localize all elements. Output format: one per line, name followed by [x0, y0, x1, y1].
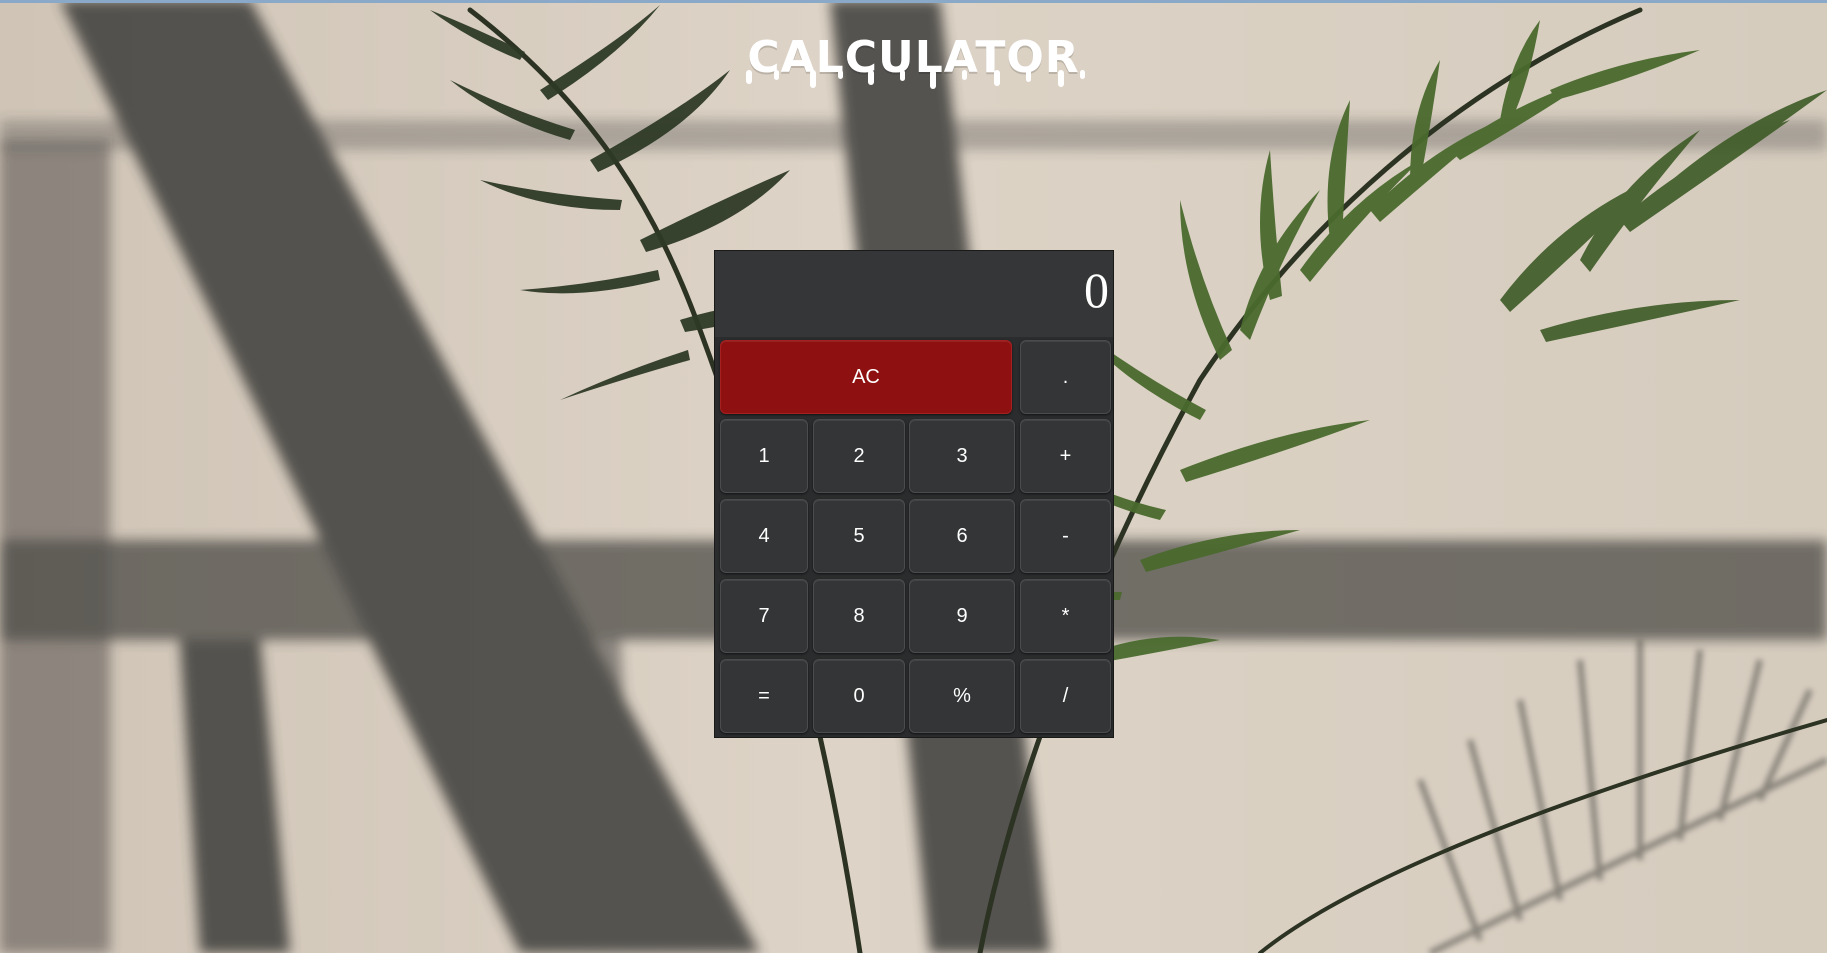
multiply-button[interactable]: * — [1020, 579, 1111, 653]
digit-0-button[interactable]: 0 — [813, 659, 905, 733]
digit-6-button[interactable]: 6 — [909, 499, 1015, 573]
add-button[interactable]: + — [1020, 419, 1111, 493]
title-drip-decoration — [746, 70, 1085, 89]
equals-button[interactable]: = — [720, 659, 808, 733]
digit-2-button[interactable]: 2 — [813, 419, 905, 493]
digit-8-button[interactable]: 8 — [813, 579, 905, 653]
calculator-display: 0 — [715, 251, 1113, 337]
digit-7-button[interactable]: 7 — [720, 579, 808, 653]
digit-9-button[interactable]: 9 — [909, 579, 1015, 653]
window-top-border — [0, 0, 1827, 3]
divide-button[interactable]: / — [1020, 659, 1111, 733]
digit-4-button[interactable]: 4 — [720, 499, 808, 573]
calculator: 0 AC . 1 2 3 + 4 5 6 - 7 8 9 * = 0 % / — [714, 250, 1114, 738]
display-value: 0 — [1084, 262, 1109, 318]
percent-button[interactable]: % — [909, 659, 1015, 733]
digit-1-button[interactable]: 1 — [720, 419, 808, 493]
digit-3-button[interactable]: 3 — [909, 419, 1015, 493]
digit-5-button[interactable]: 5 — [813, 499, 905, 573]
decimal-button[interactable]: . — [1020, 340, 1111, 414]
subtract-button[interactable]: - — [1020, 499, 1111, 573]
clear-button[interactable]: AC — [720, 340, 1012, 414]
